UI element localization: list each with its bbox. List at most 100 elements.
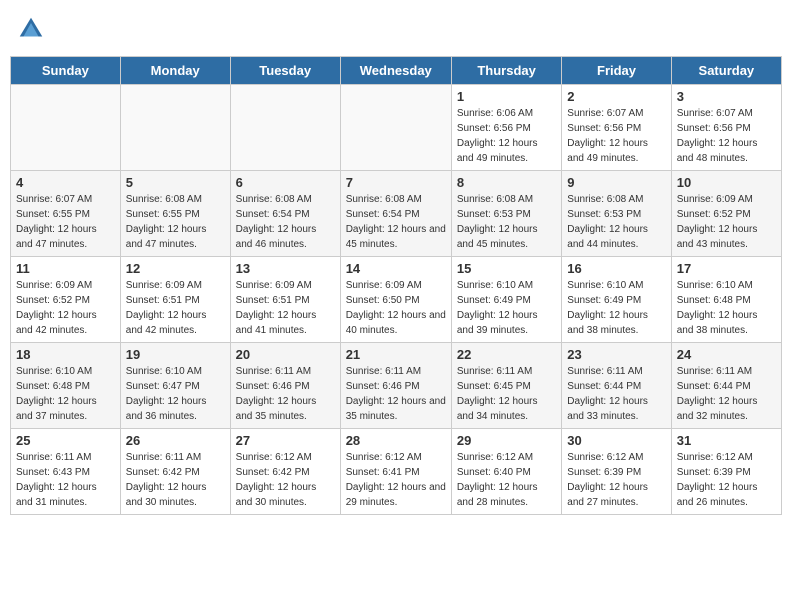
day-number: 24 [677,347,776,362]
day-info: Sunrise: 6:11 AMSunset: 6:42 PMDaylight:… [126,450,225,510]
day-info: Sunrise: 6:09 AMSunset: 6:52 PMDaylight:… [16,278,115,338]
day-number: 19 [126,347,225,362]
calendar-cell: 19 Sunrise: 6:10 AMSunset: 6:47 PMDayligh… [120,343,230,429]
calendar-cell: 24Sunrise: 6:11 AMSunset: 6:44 PMDayligh… [671,343,781,429]
calendar-cell: 8 Sunrise: 6:08 AMSunset: 6:53 PMDaylight… [451,171,561,257]
day-info: Sunrise: 6:10 AMSunset: 6:47 PMDaylight:… [126,364,225,424]
day-number: 26 [126,433,225,448]
day-info: Sunrise: 6:09 AMSunset: 6:52 PMDaylight:… [677,192,776,252]
day-number: 9 [567,175,665,190]
calendar-cell: 20 Sunrise: 6:11 AMSunset: 6:46 PMDayligh… [230,343,340,429]
day-info: Sunrise: 6:10 AMSunset: 6:49 PMDaylight:… [457,278,556,338]
day-number: 1 [457,89,556,104]
day-number: 18 [16,347,115,362]
day-number: 14 [346,261,446,276]
calendar-cell: 21Sunrise: 6:11 AMSunset: 6:46 PMDayligh… [340,343,451,429]
day-info: Sunrise: 6:11 AMSunset: 6:46 PMDaylight:… [346,364,446,424]
calendar-cell: 14 Sunrise: 6:09 AMSunset: 6:50 PMDayligh… [340,257,451,343]
day-info: Sunrise: 6:11 AMSunset: 6:44 PMDaylight:… [567,364,665,424]
day-info: Sunrise: 6:10 AMSunset: 6:48 PMDaylight:… [16,364,115,424]
calendar-cell: 10 Sunrise: 6:09 AMSunset: 6:52 PMDayligh… [671,171,781,257]
day-number: 10 [677,175,776,190]
day-number: 5 [126,175,225,190]
calendar-cell: 23 Sunrise: 6:11 AMSunset: 6:44 PMDayligh… [562,343,671,429]
weekday-header-row: SundayMondayTuesdayWednesdayThursdayFrid… [11,57,782,85]
calendar-cell: 5 Sunrise: 6:08 AMSunset: 6:55 PMDaylight… [120,171,230,257]
day-info: Sunrise: 6:09 AMSunset: 6:50 PMDaylight:… [346,278,446,338]
page-header [10,10,782,48]
day-info: Sunrise: 6:12 AMSunset: 6:39 PMDaylight:… [677,450,776,510]
day-info: Sunrise: 6:09 AMSunset: 6:51 PMDaylight:… [126,278,225,338]
calendar-cell: 7 Sunrise: 6:08 AMSunset: 6:54 PMDaylight… [340,171,451,257]
day-number: 13 [236,261,335,276]
day-number: 15 [457,261,556,276]
day-info: Sunrise: 6:08 AMSunset: 6:53 PMDaylight:… [457,192,556,252]
weekday-header-monday: Monday [120,57,230,85]
calendar-cell: 9 Sunrise: 6:08 AMSunset: 6:53 PMDaylight… [562,171,671,257]
calendar-cell: 2 Sunrise: 6:07 AMSunset: 6:56 PMDaylight… [562,85,671,171]
calendar-week-row-1: 1 Sunrise: 6:06 AMSunset: 6:56 PMDaylight… [11,85,782,171]
calendar-cell: 26 Sunrise: 6:11 AMSunset: 6:42 PMDayligh… [120,429,230,515]
calendar-cell [120,85,230,171]
day-info: Sunrise: 6:10 AMSunset: 6:48 PMDaylight:… [677,278,776,338]
calendar-cell: 25 Sunrise: 6:11 AMSunset: 6:43 PMDayligh… [11,429,121,515]
day-number: 23 [567,347,665,362]
calendar-week-row-2: 4Sunrise: 6:07 AMSunset: 6:55 PMDaylight… [11,171,782,257]
day-info: Sunrise: 6:10 AMSunset: 6:49 PMDaylight:… [567,278,665,338]
day-info: Sunrise: 6:11 AMSunset: 6:46 PMDaylight:… [236,364,335,424]
day-number: 28 [346,433,446,448]
day-number: 11 [16,261,115,276]
calendar-week-row-4: 18 Sunrise: 6:10 AMSunset: 6:48 PMDayligh… [11,343,782,429]
weekday-header-wednesday: Wednesday [340,57,451,85]
weekday-header-friday: Friday [562,57,671,85]
weekday-header-thursday: Thursday [451,57,561,85]
day-number: 25 [16,433,115,448]
calendar-cell: 18 Sunrise: 6:10 AMSunset: 6:48 PMDayligh… [11,343,121,429]
day-number: 29 [457,433,556,448]
day-info: Sunrise: 6:11 AMSunset: 6:45 PMDaylight:… [457,364,556,424]
day-number: 27 [236,433,335,448]
day-info: Sunrise: 6:06 AMSunset: 6:56 PMDaylight:… [457,106,556,166]
day-info: Sunrise: 6:07 AMSunset: 6:56 PMDaylight:… [677,106,776,166]
day-info: Sunrise: 6:07 AMSunset: 6:56 PMDaylight:… [567,106,665,166]
calendar-cell: 29 Sunrise: 6:12 AMSunset: 6:40 PMDayligh… [451,429,561,515]
calendar-cell: 31Sunrise: 6:12 AMSunset: 6:39 PMDayligh… [671,429,781,515]
calendar-cell: 4Sunrise: 6:07 AMSunset: 6:55 PMDaylight… [11,171,121,257]
calendar-cell: 12Sunrise: 6:09 AMSunset: 6:51 PMDayligh… [120,257,230,343]
calendar-table: SundayMondayTuesdayWednesdayThursdayFrid… [10,56,782,515]
day-info: Sunrise: 6:08 AMSunset: 6:55 PMDaylight:… [126,192,225,252]
calendar-cell [11,85,121,171]
day-number: 8 [457,175,556,190]
calendar-cell: 17 Sunrise: 6:10 AMSunset: 6:48 PMDayligh… [671,257,781,343]
day-number: 2 [567,89,665,104]
day-info: Sunrise: 6:08 AMSunset: 6:54 PMDaylight:… [346,192,446,252]
calendar-week-row-5: 25 Sunrise: 6:11 AMSunset: 6:43 PMDayligh… [11,429,782,515]
calendar-cell: 15 Sunrise: 6:10 AMSunset: 6:49 PMDayligh… [451,257,561,343]
weekday-header-tuesday: Tuesday [230,57,340,85]
calendar-cell: 16 Sunrise: 6:10 AMSunset: 6:49 PMDayligh… [562,257,671,343]
day-info: Sunrise: 6:12 AMSunset: 6:40 PMDaylight:… [457,450,556,510]
day-number: 22 [457,347,556,362]
weekday-header-saturday: Saturday [671,57,781,85]
calendar-cell: 22 Sunrise: 6:11 AMSunset: 6:45 PMDayligh… [451,343,561,429]
day-info: Sunrise: 6:09 AMSunset: 6:51 PMDaylight:… [236,278,335,338]
day-info: Sunrise: 6:08 AMSunset: 6:53 PMDaylight:… [567,192,665,252]
calendar-cell: 28 Sunrise: 6:12 AMSunset: 6:41 PMDayligh… [340,429,451,515]
day-number: 17 [677,261,776,276]
day-number: 20 [236,347,335,362]
day-info: Sunrise: 6:12 AMSunset: 6:42 PMDaylight:… [236,450,335,510]
calendar-cell: 30Sunrise: 6:12 AMSunset: 6:39 PMDayligh… [562,429,671,515]
weekday-header-sunday: Sunday [11,57,121,85]
day-number: 3 [677,89,776,104]
day-number: 16 [567,261,665,276]
calendar-cell: 27 Sunrise: 6:12 AMSunset: 6:42 PMDayligh… [230,429,340,515]
day-info: Sunrise: 6:11 AMSunset: 6:43 PMDaylight:… [16,450,115,510]
day-info: Sunrise: 6:12 AMSunset: 6:39 PMDaylight:… [567,450,665,510]
calendar-cell [230,85,340,171]
day-number: 6 [236,175,335,190]
logo-icon [16,14,46,44]
day-info: Sunrise: 6:12 AMSunset: 6:41 PMDaylight:… [346,450,446,510]
calendar-week-row-3: 11 Sunrise: 6:09 AMSunset: 6:52 PMDayligh… [11,257,782,343]
day-number: 7 [346,175,446,190]
calendar-cell: 11 Sunrise: 6:09 AMSunset: 6:52 PMDayligh… [11,257,121,343]
